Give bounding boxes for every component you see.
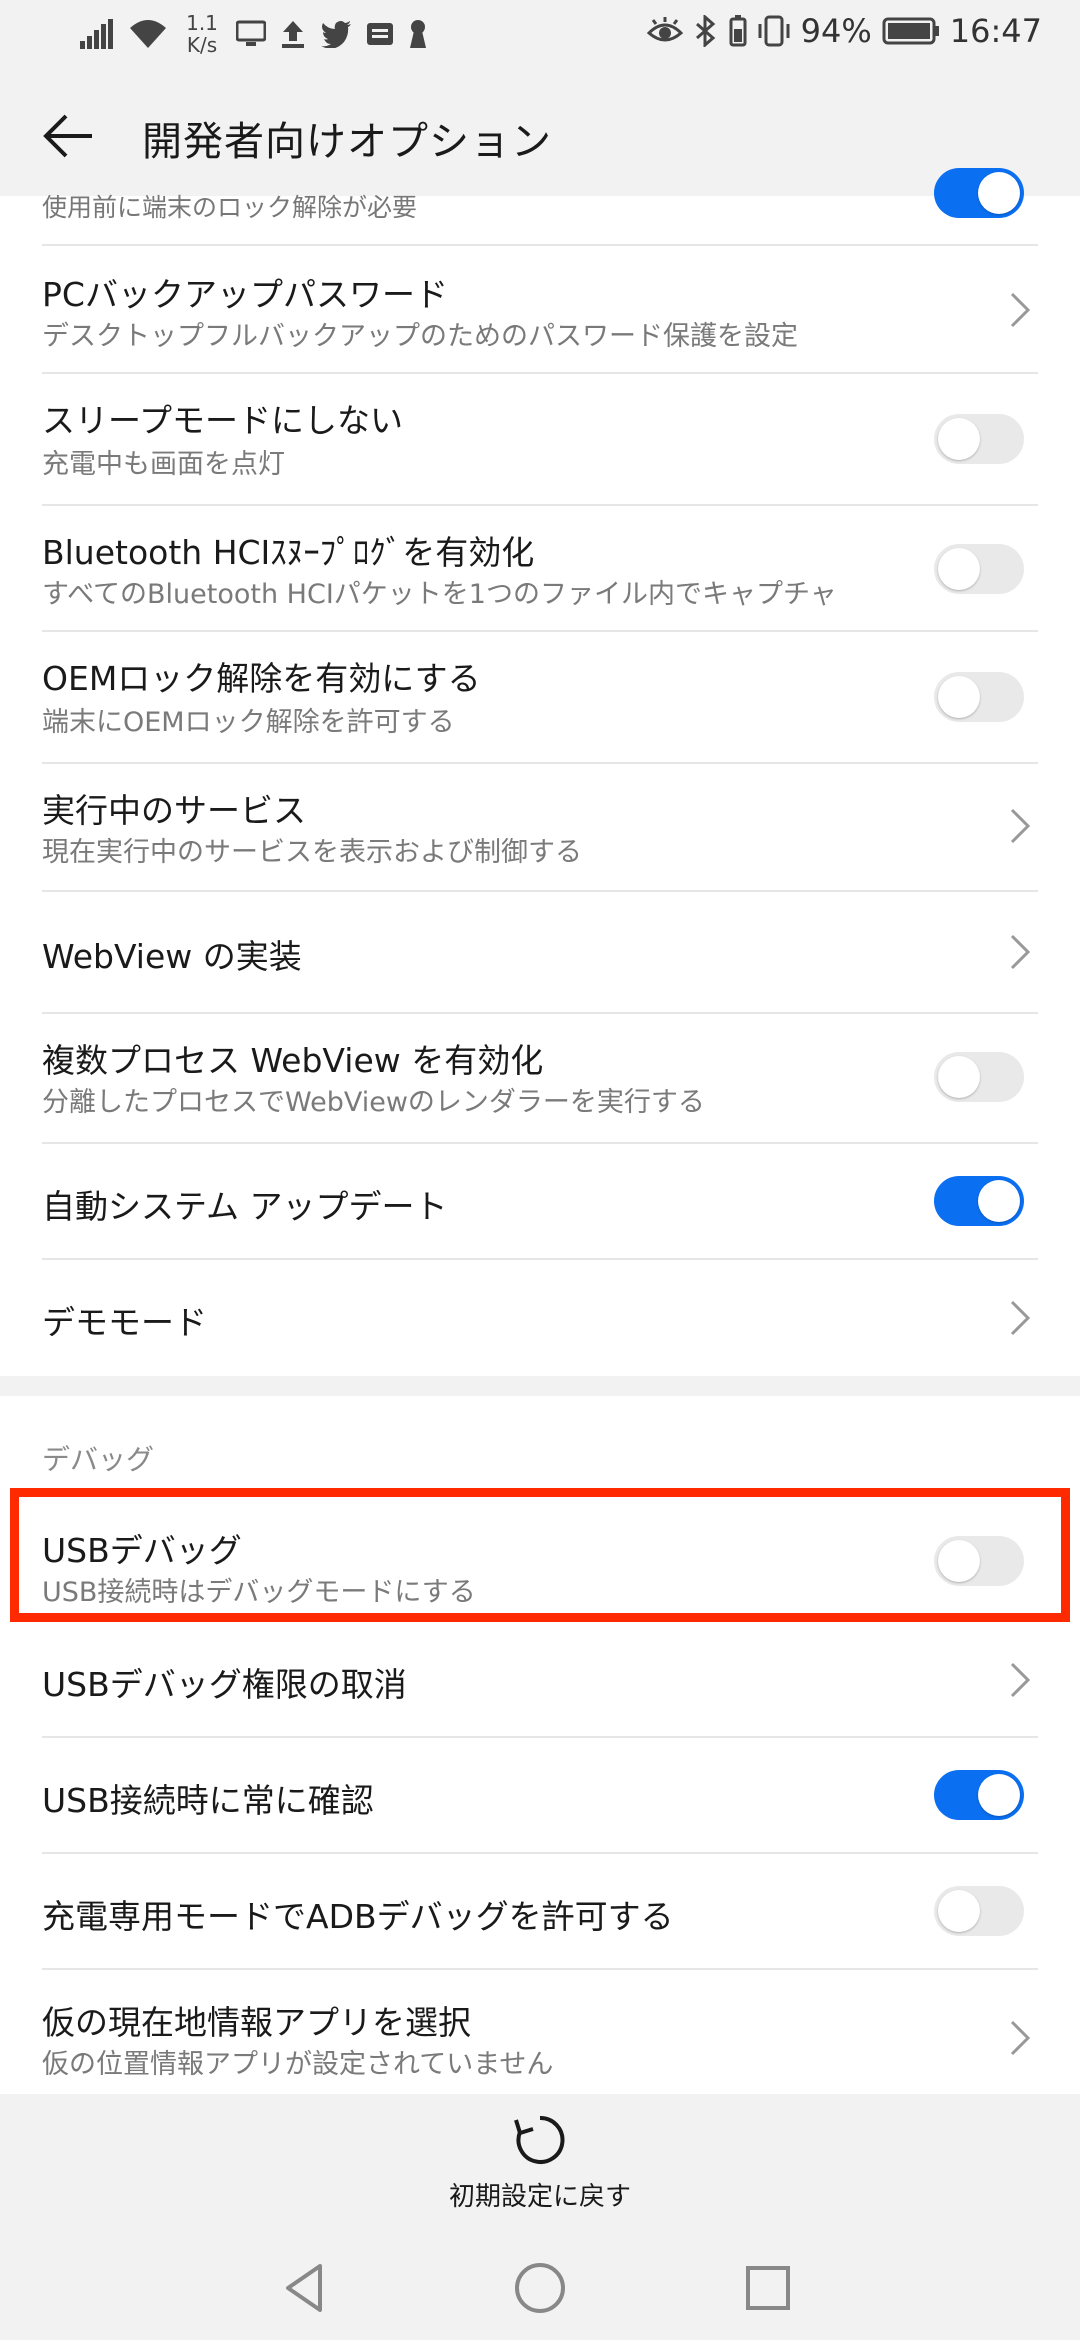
upload-icon	[282, 21, 304, 48]
chevron-right-icon	[1010, 2020, 1031, 2056]
list-item-subtitle: 分離したプロセスでWebViewのレンダラーを実行する	[42, 1087, 705, 1118]
stay-awake-toggle[interactable]	[934, 414, 1024, 464]
list-item-title: デモモード	[42, 1303, 207, 1342]
list-item-adb-charge-only[interactable]: 充電専用モードでADBデバッグを許可する	[0, 1854, 1080, 1968]
auto-update-toggle[interactable]	[934, 1176, 1024, 1226]
battery-percent: 94%	[800, 12, 872, 50]
list-item-demo-mode[interactable]: デモモード	[0, 1260, 1080, 1376]
refresh-icon	[514, 2115, 565, 2164]
chevron-right-icon	[1010, 1662, 1031, 1698]
nav-back-icon[interactable]	[274, 2256, 338, 2320]
list-item-stay-awake[interactable]: スリープモードにしない 充電中も画面を点灯	[0, 374, 1080, 504]
partial-item-subtitle: 使用前に端末のロック解除が必要	[42, 193, 418, 222]
navigation-bar	[0, 2236, 1080, 2340]
list-item-title: OEMロック解除を有効にする	[42, 659, 481, 698]
list-item-multiprocess-webview[interactable]: 複数プロセス WebView を有効化 分離したプロセスでWebViewのレンダ…	[0, 1014, 1080, 1142]
list-item-title: USB接続時に常に確認	[42, 1781, 374, 1820]
adb-charge-only-toggle[interactable]	[934, 1886, 1024, 1936]
list-item-title: Bluetooth HCIｽﾇｰﾌﾟﾛｸﾞを有効化	[42, 533, 535, 572]
list-item-subtitle: すべてのBluetooth HCIパケットを1つのファイル内でキャプチャ	[42, 579, 837, 610]
bluetooth-icon	[695, 15, 715, 47]
list-item-auto-system-update[interactable]: 自動システム アップデート	[0, 1144, 1080, 1258]
toggle-knob	[978, 172, 1020, 214]
list-item-oem-unlock[interactable]: OEMロック解除を有効にする 端末にOEMロック解除を許可する	[0, 632, 1080, 762]
toggle-knob	[938, 676, 980, 718]
list-item-subtitle: 仮の位置情報アプリが設定されていません	[42, 2049, 554, 2080]
reset-label: 初期設定に戻す	[448, 2182, 631, 2212]
list-item-title: 仮の現在地情報アプリを選択	[42, 2003, 471, 2042]
app-bar: 開発者向けオプション	[0, 76, 1080, 196]
battery-icon	[882, 17, 939, 45]
bottom-area: 初期設定に戻す	[0, 2094, 1080, 2340]
toggle-knob	[938, 1056, 980, 1098]
usb-confirm-toggle[interactable]	[934, 1770, 1024, 1820]
arrow-left-icon[interactable]	[40, 108, 96, 164]
list-item-revoke-usb-debugging[interactable]: USBデバッグ権限の取消	[0, 1624, 1080, 1736]
wifi-icon	[130, 20, 166, 48]
list-item-subtitle: 現在実行中のサービスを表示および制御する	[42, 837, 582, 868]
chevron-right-icon	[1010, 292, 1031, 328]
list-item-title: スリープモードにしない	[42, 401, 404, 440]
eye-icon	[646, 17, 683, 42]
list-item-subtitle: デスクトップフルバックアップのためのパスワード保護を設定	[42, 321, 798, 352]
list-item-pc-backup-password[interactable]: PCバックアップパスワード デスクトップフルバックアップのためのパスワード保護を…	[0, 246, 1080, 372]
list-item-subtitle: 充電中も画面を点灯	[42, 449, 285, 480]
multiprocess-webview-toggle[interactable]	[934, 1052, 1024, 1102]
section-gap	[0, 1376, 1080, 1396]
bluetooth-hci-toggle[interactable]	[934, 544, 1024, 594]
status-bar: 1.1 K/s 94% 16:47	[0, 0, 1080, 76]
nav-home-icon[interactable]	[508, 2256, 572, 2320]
partial-item-toggle[interactable]	[934, 168, 1024, 218]
news-icon	[367, 23, 393, 45]
list-item-title: 複数プロセス WebView を有効化	[42, 1041, 544, 1080]
list-item-running-services[interactable]: 実行中のサービス 現在実行中のサービスを表示および制御する	[0, 764, 1080, 890]
signal-icon	[80, 19, 113, 49]
keyhole-icon	[410, 20, 426, 48]
page-title: 開発者向けオプション	[142, 119, 552, 165]
toggle-knob	[978, 1774, 1020, 1816]
developer-options-list: 使用前に端末のロック解除が必要 PCバックアップパスワード デスクトップフルバッ…	[0, 168, 1080, 1376]
chevron-right-icon	[1010, 934, 1031, 970]
screen-cast-icon	[236, 20, 266, 46]
section-header: デバッグ	[42, 1443, 155, 1476]
list-item-bluetooth-hci-snoop[interactable]: Bluetooth HCIｽﾇｰﾌﾟﾛｸﾞを有効化 すべてのBluetooth …	[0, 506, 1080, 630]
network-speed: 1.1 K/s	[182, 12, 222, 56]
list-item-mock-location-app[interactable]: 仮の現在地情報アプリを選択 仮の位置情報アプリが設定されていません	[0, 1970, 1080, 2094]
toggle-knob	[938, 548, 980, 590]
battery-small-icon	[729, 15, 747, 47]
list-item-title: USBデバッグ権限の取消	[42, 1665, 407, 1704]
oem-unlock-toggle[interactable]	[934, 672, 1024, 722]
status-right: 94% 16:47	[646, 12, 1042, 50]
list-item-usb-always-confirm[interactable]: USB接続時に常に確認	[0, 1738, 1080, 1852]
speed-value: 1.1	[186, 11, 218, 35]
list-item-title: 自動システム アップデート	[42, 1187, 448, 1226]
list-item-subtitle: 端末にOEMロック解除を許可する	[42, 707, 455, 738]
reset-defaults-button[interactable]: 初期設定に戻す	[0, 2112, 1080, 2213]
toggle-knob	[978, 1180, 1020, 1222]
list-item-title: WebView の実装	[42, 937, 302, 976]
nav-recents-icon[interactable]	[736, 2256, 800, 2320]
chevron-right-icon	[1010, 808, 1031, 844]
list-item-title: 充電専用モードでADBデバッグを許可する	[42, 1897, 674, 1936]
vibrate-icon	[758, 15, 790, 47]
list-item-title: 実行中のサービス	[42, 791, 306, 830]
status-left: 1.1 K/s	[80, 12, 428, 56]
usb-debugging-highlight-box	[10, 1488, 1070, 1622]
toggle-knob	[938, 1890, 980, 1932]
list-item-title: PCバックアップパスワード	[42, 275, 448, 314]
toggle-knob	[938, 418, 980, 460]
chevron-right-icon	[1010, 1300, 1031, 1336]
twitter-icon	[321, 21, 351, 48]
list-item-webview-implementation[interactable]: WebView の実装	[0, 892, 1080, 1012]
clock: 16:47	[949, 12, 1042, 50]
speed-unit: K/s	[186, 33, 218, 57]
